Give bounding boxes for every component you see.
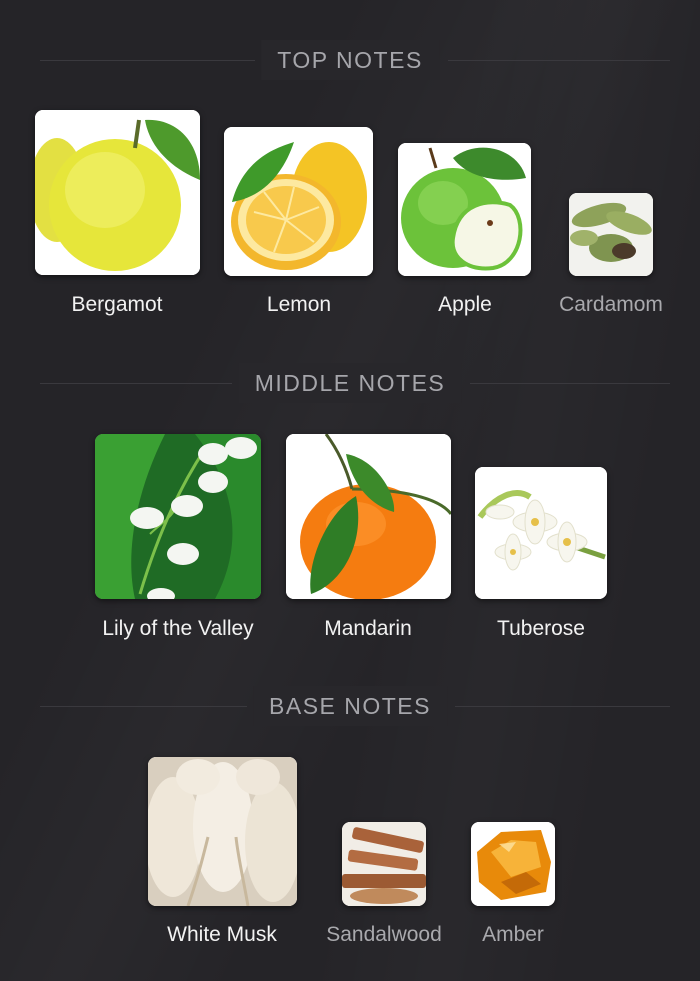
note-label: Sandalwood (326, 923, 442, 946)
divider-line (448, 60, 670, 61)
white-musk-illustration (148, 757, 297, 906)
divider-line (455, 706, 670, 707)
section-title: TOP NOTES (277, 46, 423, 73)
sandalwood-illustration (342, 822, 426, 906)
note-label: White Musk (167, 923, 277, 946)
tuberose-image[interactable] (475, 467, 607, 599)
tuberose-illustration (475, 467, 607, 599)
cardamom-illustration (569, 193, 653, 276)
note-label: Cardamom (559, 293, 663, 316)
white-musk-image[interactable] (148, 757, 297, 906)
section-title: BASE NOTES (269, 692, 431, 719)
note-label: Lemon (266, 293, 332, 316)
mandarin-illustration (286, 434, 451, 599)
note-label: Amber (482, 923, 544, 946)
apple-illustration (398, 143, 531, 276)
amber-image[interactable] (471, 822, 555, 906)
cardamom-image[interactable] (569, 193, 653, 276)
section-heading: MIDDLE NOTES (238, 363, 462, 403)
divider-line (40, 60, 255, 61)
lemon-illustration (224, 127, 373, 276)
section-title: MIDDLE NOTES (254, 369, 446, 396)
note-label: Lily of the Valley (102, 617, 254, 640)
divider-line (40, 706, 247, 707)
note-label: Bergamot (71, 293, 163, 316)
base-notes-heading-row: BASE NOTES (0, 686, 700, 726)
divider-line (40, 383, 232, 384)
section-heading: BASE NOTES (253, 686, 447, 726)
amber-illustration (471, 822, 555, 906)
divider-line (470, 383, 670, 384)
apple-image[interactable] (398, 143, 531, 276)
lily-of-the-valley-illustration (95, 434, 261, 599)
bergamot-illustration (35, 110, 200, 275)
note-label: Mandarin (324, 617, 412, 640)
mandarin-image[interactable] (286, 434, 451, 599)
sandalwood-image[interactable] (342, 822, 426, 906)
lily-of-the-valley-image[interactable] (95, 434, 261, 599)
bergamot-image[interactable] (35, 110, 200, 275)
top-notes-heading-row: TOP NOTES (0, 40, 700, 80)
note-label: Tuberose (497, 617, 585, 640)
middle-notes-heading-row: MIDDLE NOTES (0, 363, 700, 403)
note-label: Apple (438, 293, 492, 316)
section-heading: TOP NOTES (261, 40, 439, 80)
lemon-image[interactable] (224, 127, 373, 276)
